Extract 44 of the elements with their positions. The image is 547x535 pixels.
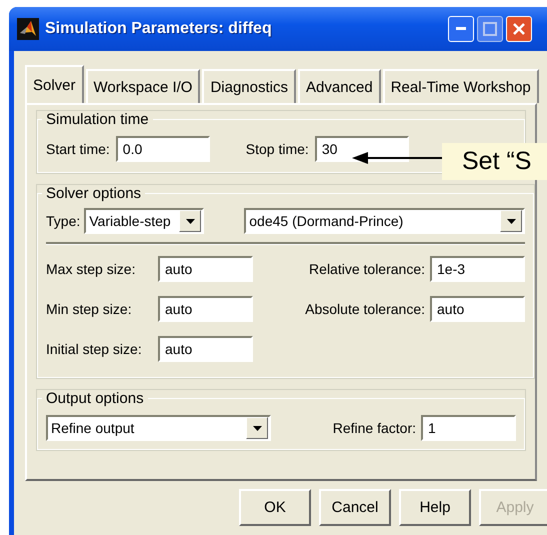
input-field[interactable]: 0.0 [116,136,210,162]
dropdown[interactable]: Variable-step [84,208,204,234]
dropdown[interactable]: Refine output [46,415,271,441]
input-field[interactable]: auto [430,296,525,322]
callout-label: Set “S [442,143,547,180]
dropdown-arrow-icon [252,426,262,430]
field-label: Max step size: [46,261,136,277]
tab[interactable]: Solver [25,65,84,103]
input-field[interactable]: 30 [314,136,409,162]
group-title: Simulation time [45,111,150,128]
dialog-button[interactable]: Help [399,489,471,526]
close-button[interactable] [506,16,532,42]
input-field[interactable]: 1e-3 [430,256,525,282]
dialog-button[interactable]: OK [239,489,311,526]
minimize-icon [456,27,466,31]
maximize-icon [483,22,497,36]
tab[interactable]: Real-Time Workshop [382,69,539,103]
field-label: Refine factor: [332,420,416,436]
tab[interactable]: Advanced [298,69,381,103]
app-logo-icon [17,18,39,40]
field-label: Absolute tolerance: [304,301,426,317]
field-label: Type: [46,213,80,229]
field-label: Min step size: [46,301,133,317]
input-field[interactable]: auto [158,296,253,322]
minimize-button[interactable] [448,16,474,42]
field-label: Stop time: [246,141,309,157]
group-title: Solver options [45,185,142,202]
dropdown-arrow-icon [506,218,516,224]
tab[interactable]: Workspace I/O [86,69,200,103]
dropdown-arrow-icon [186,218,195,224]
dialog-button[interactable]: Cancel [319,489,391,526]
maximize-button[interactable] [477,16,503,42]
field-label: Start time: [46,141,110,157]
input-field[interactable]: auto [158,256,253,282]
close-icon [512,22,526,36]
arrow-icon [352,152,444,164]
window-title: Simulation Parameters: diffeq [45,20,273,38]
input-field[interactable]: 1 [421,415,516,441]
dropdown[interactable]: ode45 (Dormand-Prince) [244,208,525,234]
field-label: Relative tolerance: [308,261,426,277]
tab[interactable]: Diagnostics [202,69,296,103]
field-label: Initial step size: [46,341,143,357]
group-title: Output options [45,390,145,407]
input-field[interactable]: auto [158,336,253,362]
